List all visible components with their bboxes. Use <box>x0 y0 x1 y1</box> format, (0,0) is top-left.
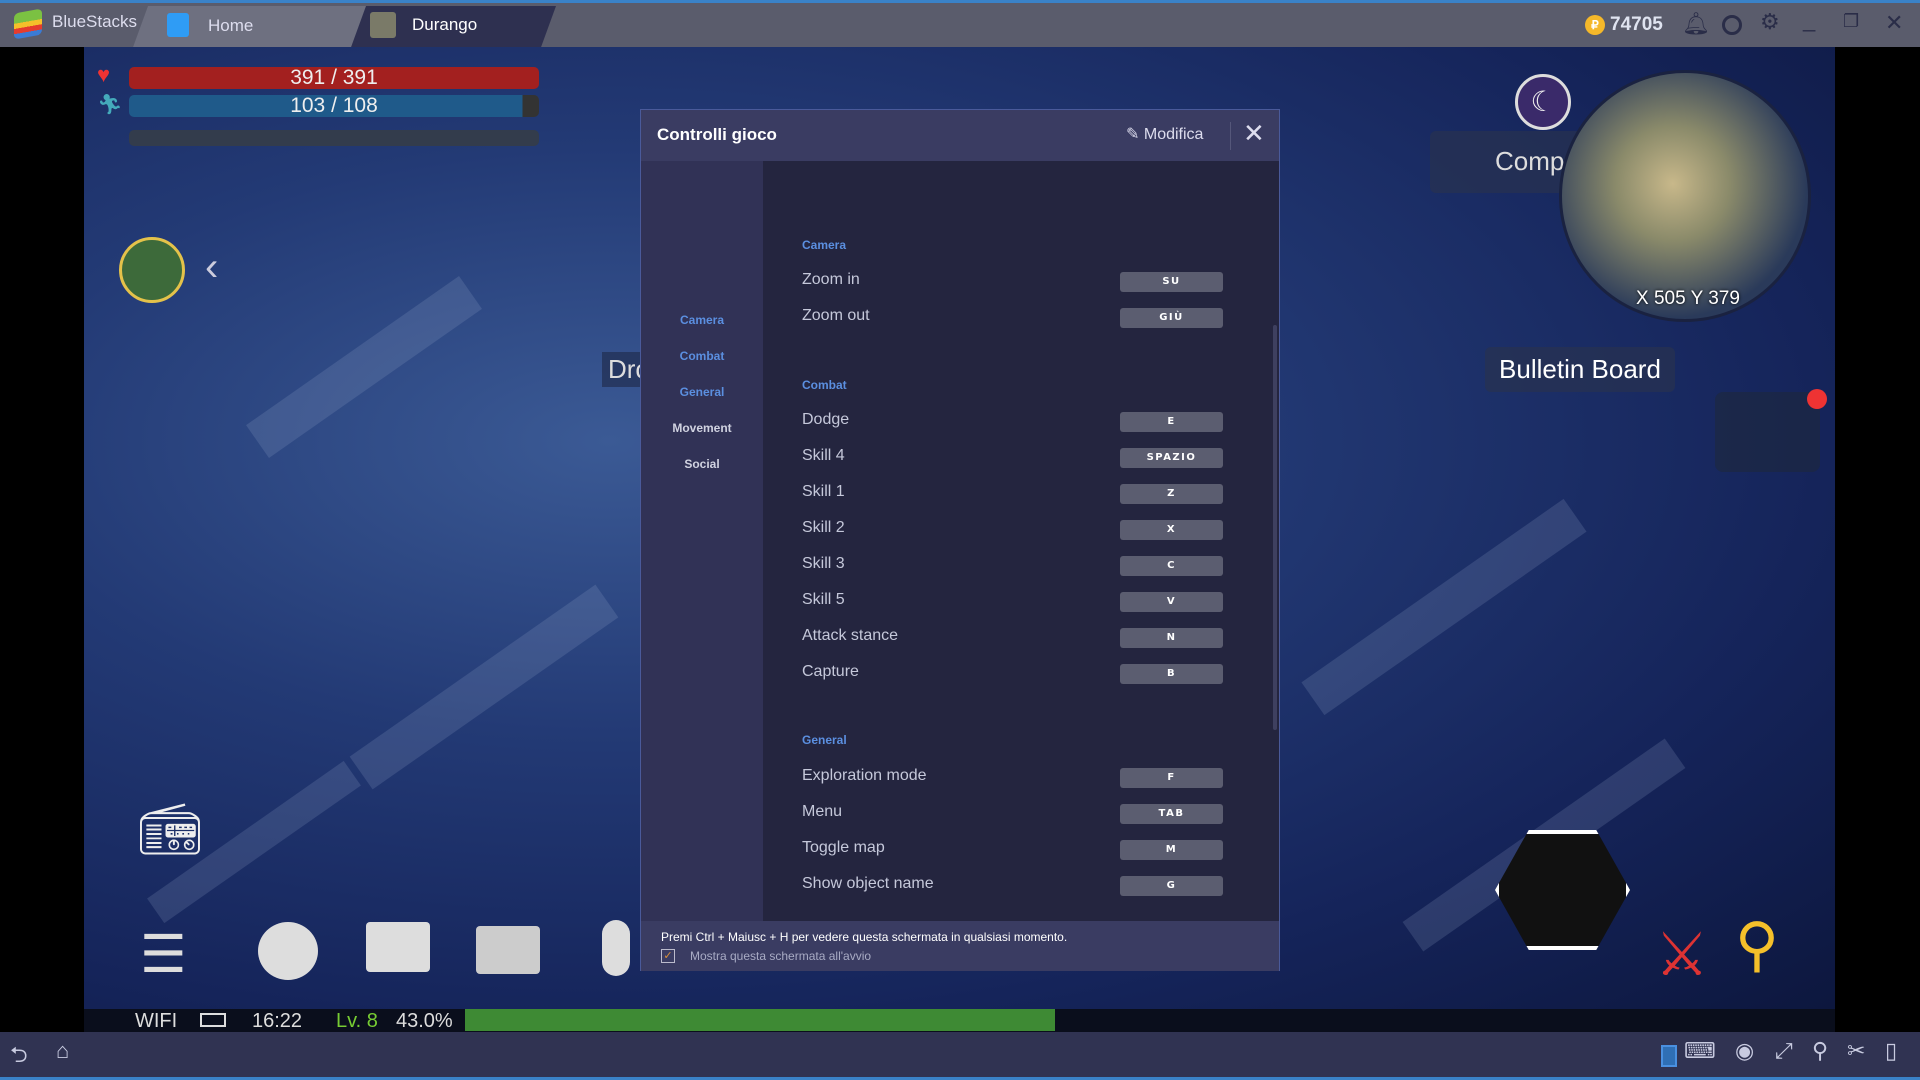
search-icon[interactable]: ⚲ <box>1735 910 1779 980</box>
action-label: Skill 3 <box>802 555 845 572</box>
key-binding-button[interactable]: V <box>1120 592 1223 612</box>
walkie-talkie-button[interactable] <box>1715 392 1820 472</box>
restore-icon[interactable]: ❐ <box>1843 11 1859 32</box>
shortcut-hint: Premi Ctrl + Maiusc + H per vedere quest… <box>661 930 1068 944</box>
key-binding-button[interactable]: SU <box>1120 272 1223 292</box>
dialog-header: Controlli gioco ✎ Modifica ✕ <box>641 110 1279 161</box>
hp-bar: 391 / 391 <box>129 67 539 89</box>
keyboard-icon[interactable] <box>476 926 540 974</box>
game-icon <box>370 12 396 38</box>
account-icon[interactable] <box>1722 15 1742 35</box>
swords-icon[interactable]: ⚔ <box>1655 920 1709 990</box>
key-binding-button[interactable]: X <box>1120 520 1223 540</box>
gear-icon[interactable]: ⚙ <box>1760 9 1780 35</box>
key-binding-button[interactable]: Z <box>1120 484 1223 504</box>
divider <box>1230 122 1231 150</box>
action-label: Toggle map <box>802 839 885 856</box>
home-icon <box>167 13 189 37</box>
show-on-start-checkbox[interactable]: ✓ <box>661 949 675 963</box>
chevron-left-icon[interactable]: ‹ <box>205 245 218 290</box>
action-label: Exploration mode <box>802 767 927 784</box>
action-label: Skill 5 <box>802 591 845 608</box>
edit-label: Modifica <box>1143 126 1204 143</box>
xp-percent: 43.0% <box>396 1010 453 1032</box>
keyboard-mapping-icon[interactable]: ⌨ <box>1684 1038 1716 1064</box>
key-binding-button[interactable]: C <box>1120 556 1223 576</box>
action-label: Zoom in <box>802 271 860 288</box>
wifi-label: WIFI <box>135 1010 178 1032</box>
coin-icon: ₽ <box>1585 15 1605 35</box>
location-pin-icon[interactable]: ⚲ <box>1812 1038 1828 1064</box>
action-label: Capture <box>802 663 859 680</box>
show-on-start-label: Mostra questa schermata all'avvio <box>690 949 872 963</box>
action-label: Menu <box>802 803 843 820</box>
action-label: Dodge <box>802 411 850 428</box>
dialog-footer: Premi Ctrl + Maiusc + H per vedere quest… <box>641 921 1279 971</box>
pencil-icon: ✎ <box>1126 126 1144 143</box>
level-bar <box>129 130 539 146</box>
emote-icon[interactable] <box>258 922 318 980</box>
key-binding-button[interactable]: M <box>1120 840 1223 860</box>
controls-list: Camera Zoom in SU Zoom out GIÙ Combat Do… <box>641 161 1279 921</box>
chat-icon[interactable] <box>366 922 430 972</box>
stamina-bar: 103 / 108 <box>129 95 539 117</box>
key-binding-button[interactable]: GIÙ <box>1120 308 1223 328</box>
key-binding-button[interactable]: TAB <box>1120 804 1223 824</box>
title-bar: BlueStacks Home Durango ₽ 74705 🔔︎ ⚙ _ ❐… <box>0 0 1920 50</box>
map-coords: X 505 Y 379 <box>1636 288 1740 309</box>
bottom-toolbar: ⮌ ⌂ ⌨ ◉ ⤢ ⚲ ✂ ▯ <box>0 1032 1920 1080</box>
key-binding-button[interactable]: F <box>1120 768 1223 788</box>
minimap[interactable] <box>1559 70 1811 322</box>
action-label: Skill 1 <box>802 483 845 500</box>
app-name: BlueStacks <box>52 12 138 31</box>
section-heading: General <box>802 733 847 747</box>
level-label: Lv. 8 <box>336 1010 378 1032</box>
key-binding-button[interactable]: N <box>1120 628 1223 648</box>
action-label: Attack stance <box>802 627 899 644</box>
menu-icon[interactable]: ☰ <box>140 925 187 985</box>
bluestacks-logo-icon <box>14 8 42 40</box>
action-label: Skill 4 <box>802 447 845 464</box>
action-label: Skill 2 <box>802 519 845 536</box>
tab-durango-label: Durango <box>412 15 478 34</box>
section-heading: Combat <box>802 378 847 392</box>
radio-swap-button[interactable]: 📻︎ <box>138 800 208 885</box>
hp-icon: ♥ <box>97 62 111 87</box>
back-icon[interactable]: ⮌ <box>10 1038 28 1076</box>
key-binding-button[interactable]: G <box>1120 876 1223 896</box>
close-window-icon[interactable]: ✕ <box>1885 10 1903 36</box>
bulletin-board-label: Bulletin Board <box>1485 347 1675 392</box>
bell-icon[interactable]: 🔔︎ <box>1682 11 1710 37</box>
minimize-icon[interactable]: _ <box>1803 7 1815 33</box>
microphone-icon[interactable] <box>602 920 630 976</box>
close-icon[interactable]: ✕ <box>1243 118 1265 149</box>
stamina-icon: 🏃︎ <box>97 94 123 116</box>
coin-count: 74705 <box>1610 14 1663 35</box>
key-binding-button[interactable]: B <box>1120 664 1223 684</box>
moon-icon: ☾ <box>1515 74 1571 130</box>
action-label: Show object name <box>802 875 934 892</box>
notification-dot <box>1807 389 1827 409</box>
action-label: Zoom out <box>802 307 870 324</box>
home-nav-icon[interactable]: ⌂ <box>56 1038 69 1064</box>
edit-button[interactable]: ✎ Modifica <box>1126 124 1203 144</box>
key-binding-button[interactable]: SPAZIO <box>1120 448 1223 468</box>
dialog-title: Controlli gioco <box>657 125 777 144</box>
tab-home-label: Home <box>208 16 254 35</box>
shake-device-icon[interactable]: ▯ <box>1885 1038 1897 1064</box>
xp-bar <box>465 1009 1055 1031</box>
scissors-icon[interactable]: ✂ <box>1847 1038 1865 1064</box>
game-controls-dialog: Controlli gioco ✎ Modifica ✕ Camera Comb… <box>640 109 1280 971</box>
fullscreen-icon[interactable]: ⤢ <box>1775 1038 1793 1064</box>
key-binding-button[interactable]: E <box>1120 412 1223 432</box>
eye-icon[interactable]: ◉ <box>1735 1038 1754 1064</box>
avatar[interactable] <box>119 237 185 303</box>
section-heading: Camera <box>802 238 847 252</box>
scrollbar[interactable] <box>1273 325 1277 730</box>
portrait-toggle-icon[interactable] <box>1661 1045 1677 1067</box>
clock: 16:22 <box>252 1010 303 1032</box>
battery-icon <box>200 1013 226 1027</box>
